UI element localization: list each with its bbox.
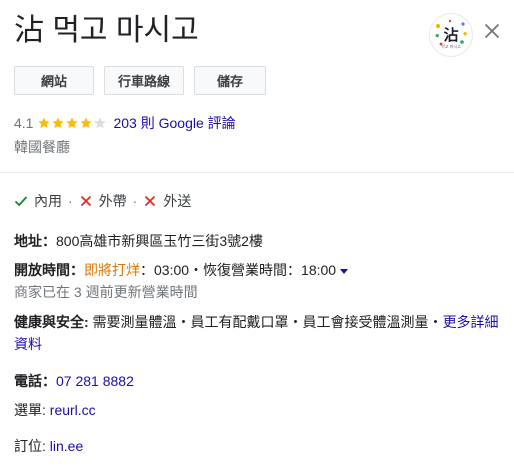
address-row: 地址：800高雄市新興區玉竹三街3號2樓 (14, 231, 263, 251)
place-category: 韓國餐廳 (14, 139, 70, 155)
menu-link[interactable]: reurl.cc (50, 402, 96, 418)
caret-down-icon[interactable] (340, 268, 349, 274)
health-more-link-continued[interactable]: 資料 (14, 334, 42, 354)
website-button[interactable]: 網站 (14, 66, 94, 95)
divider (0, 172, 514, 173)
hours-label: 開放時間： (14, 262, 84, 278)
order-link[interactable]: lin.ee (50, 438, 83, 454)
health-text: 需要測量體溫・員工有配戴口罩・員工會接受體溫測量・ (88, 314, 443, 330)
health-label: 健康與安全: (14, 314, 89, 330)
address-value[interactable]: 800高雄市新興區玉竹三街3號2樓 (56, 233, 263, 249)
rating-value: 4.1 (14, 115, 34, 131)
star-icon (66, 117, 79, 129)
phone-link[interactable]: 07 281 8882 (56, 373, 134, 389)
place-title: 沾 먹고 마시고 (14, 14, 199, 47)
cross-icon (79, 194, 93, 208)
takeout-label: 外帶 (98, 193, 127, 209)
logo-graphic: 沾 먹고 마시고 (435, 19, 468, 49)
hours-status: 即將打烊 (84, 262, 140, 278)
service-options: 內用 · 外帶 · 外送 (14, 191, 191, 211)
menu-row: 選單: reurl.cc (14, 400, 96, 420)
star-icon (80, 117, 93, 129)
dine-in-label: 內用 (34, 193, 62, 209)
close-button[interactable] (479, 18, 505, 44)
star-icon (94, 117, 107, 129)
hours-detail: ：03:00・恢復營業時間：18:00 (140, 262, 337, 278)
hours-row: 開放時間：即將打烊：03:00・恢復營業時間：18:00 (14, 260, 349, 280)
reviews-link[interactable]: 203 則 Google 評論 (113, 113, 235, 133)
health-more-link[interactable]: 更多詳細 (443, 314, 499, 330)
logo-subtext: 먹고 마시고 (441, 43, 461, 49)
phone-label: 電話： (14, 373, 56, 389)
separator: · (132, 193, 138, 209)
place-panel: 沾 먹고 마시고 沾 먹고 마시고 網站 行車路線 儲存 4.1 203 則 G… (0, 0, 514, 474)
address-label: 地址： (14, 233, 56, 249)
close-icon (485, 24, 499, 38)
delivery-label: 外送 (163, 193, 192, 209)
cross-icon (143, 194, 157, 208)
star-rating (37, 116, 107, 130)
directions-button[interactable]: 行車路線 (104, 66, 184, 95)
order-label: 訂位: (14, 438, 46, 454)
phone-row: 電話：07 281 8882 (14, 371, 134, 391)
menu-label: 選單: (14, 402, 46, 418)
hours-update-note: 商家已在 3 週前更新營業時間 (14, 284, 198, 300)
order-row: 訂位: lin.ee (14, 436, 83, 456)
separator: · (68, 193, 73, 209)
logo-text: 沾 (443, 26, 458, 44)
star-icon (38, 117, 51, 129)
save-button[interactable]: 儲存 (194, 66, 266, 95)
place-logo[interactable]: 沾 먹고 마시고 (429, 13, 473, 57)
health-row: 健康與安全: 需要測量體溫・員工有配戴口罩・員工會接受體溫測量・更多詳細 (14, 312, 499, 332)
rating-row: 4.1 203 則 Google 評論 (14, 113, 236, 133)
check-icon (14, 194, 28, 208)
star-icon (52, 117, 65, 129)
